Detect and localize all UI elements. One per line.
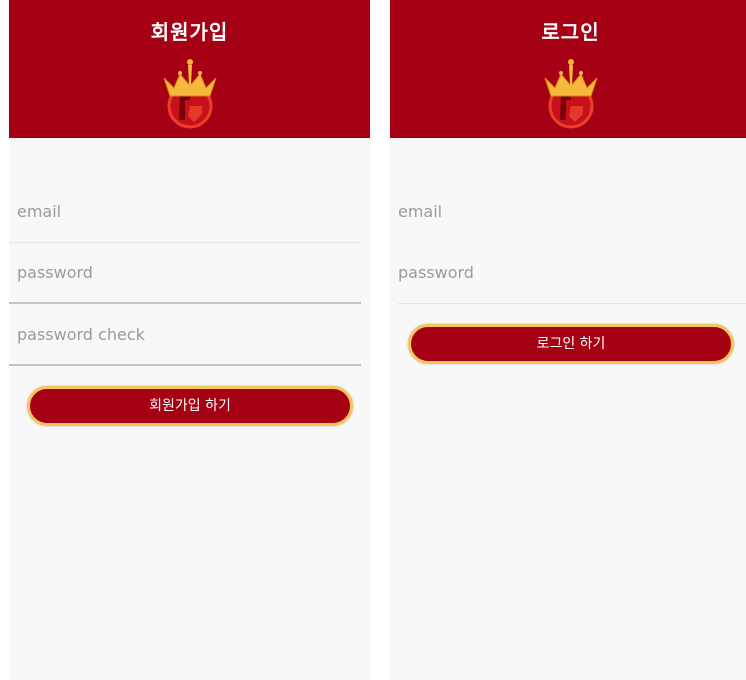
signup-header: 회원가입	[9, 0, 370, 138]
signup-submit-button[interactable]: 회원가입 하기	[27, 386, 353, 426]
crown-logo-icon	[544, 59, 598, 129]
login-screen: 로그인 로그인 하기	[390, 0, 746, 680]
password-check-input[interactable]	[17, 305, 347, 363]
signup-screen: 회원가입 회원가입 하기	[9, 0, 370, 680]
login-email-field[interactable]	[398, 182, 746, 243]
crown-logo-icon	[163, 59, 217, 129]
password-check-field[interactable]	[9, 305, 361, 366]
login-header: 로그인	[390, 0, 746, 138]
login-title: 로그인	[541, 20, 600, 44]
login-email-input[interactable]	[398, 182, 728, 240]
email-input[interactable]	[17, 182, 347, 240]
login-password-input[interactable]	[398, 243, 728, 301]
password-field[interactable]	[9, 243, 361, 304]
login-password-field[interactable]	[398, 243, 746, 304]
login-submit-button[interactable]: 로그인 하기	[408, 324, 734, 364]
password-input[interactable]	[17, 243, 347, 301]
signup-title: 회원가입	[150, 20, 229, 44]
email-field[interactable]	[9, 182, 361, 243]
